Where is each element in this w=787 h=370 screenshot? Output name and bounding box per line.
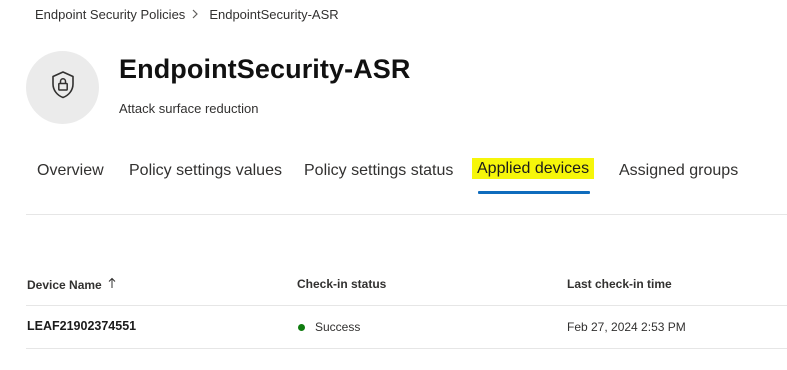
active-tab-indicator: [478, 191, 591, 194]
column-header-label: Device Name: [27, 277, 102, 292]
table-header: Device Name Check-in status Last check-i…: [26, 262, 787, 306]
tab-label: Policy settings values: [129, 162, 282, 179]
policy-avatar: [26, 51, 99, 124]
column-header-device-name[interactable]: Device Name: [27, 277, 116, 292]
shield-lock-icon: [49, 70, 77, 105]
breadcrumb-current[interactable]: EndpointSecurity-ASR: [209, 7, 338, 22]
arrow-up-icon: [108, 277, 116, 292]
device-name-cell[interactable]: LEAF21902374551: [27, 319, 136, 333]
tab-label: Applied devices: [472, 158, 595, 179]
last-check-in-cell: Feb 27, 2024 2:53 PM: [567, 320, 686, 334]
breadcrumb: Endpoint Security Policies EndpointSecur…: [35, 6, 339, 22]
tab-label: Policy settings status: [304, 162, 454, 179]
breadcrumb-parent-link[interactable]: Endpoint Security Policies: [35, 7, 185, 22]
devices-table: Device Name Check-in status Last check-i…: [26, 262, 787, 349]
chevron-right-icon: [190, 8, 204, 20]
success-status-icon: [298, 323, 305, 331]
column-header-last-check-in-time[interactable]: Last check-in time: [567, 277, 672, 291]
tab-applied-devices[interactable]: Applied devices: [472, 158, 595, 194]
table-row[interactable]: LEAF21902374551 Success Feb 27, 2024 2:5…: [26, 306, 787, 349]
tab-assigned-groups[interactable]: Assigned groups: [619, 162, 738, 180]
tab-bar: Overview Policy settings values Policy s…: [26, 156, 787, 215]
status-text: Success: [315, 320, 361, 334]
column-header-check-in-status[interactable]: Check-in status: [297, 277, 386, 291]
column-header-label: Check-in status: [297, 277, 387, 291]
tab-policy-settings-status[interactable]: Policy settings status: [304, 162, 453, 180]
column-header-label: Last check-in time: [567, 277, 672, 291]
tab-policy-settings-values[interactable]: Policy settings values: [129, 162, 282, 180]
tab-label: Assigned groups: [619, 162, 739, 179]
tab-label: Overview: [37, 162, 104, 179]
check-in-status-cell: Success: [297, 320, 360, 334]
page-title: EndpointSecurity-ASR: [119, 54, 411, 84]
page-subtitle: Attack surface reduction: [119, 101, 259, 116]
tab-overview[interactable]: Overview: [37, 162, 104, 180]
